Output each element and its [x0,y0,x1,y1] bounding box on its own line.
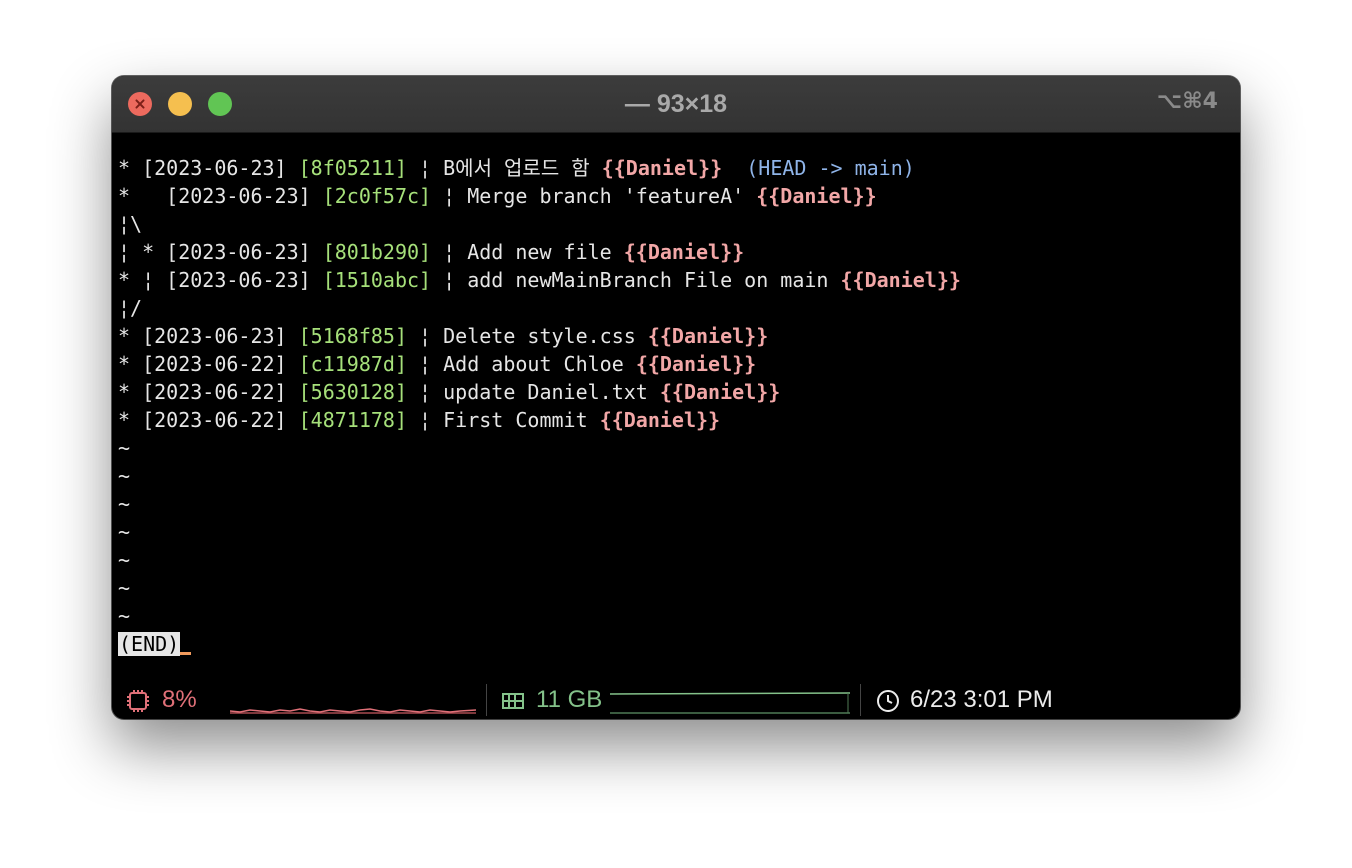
commit-line: * [2023-06-23] [2c0f57c] ¦ Merge branch … [118,184,877,208]
empty-line-marker: ~ [118,602,961,630]
empty-line-marker: ~ [118,574,961,602]
commit-author: {{Daniel}} [756,184,877,208]
status-separator [486,684,487,716]
commit-hash: [8f05211] [298,156,408,180]
commit-date: [2023-06-23] [166,268,311,292]
empty-line-marker: ~ [118,546,961,574]
empty-line-marker: ~ [118,490,961,518]
graph-marker: * [118,184,167,208]
commit-line: * [2023-06-23] [8f05211] ¦ B에서 업로드 함 {{D… [118,156,915,180]
tab-shortcut: ⌥⌘4 [1156,89,1218,114]
tilde: ~ [118,492,131,516]
graph-line: ¦\ [118,210,961,238]
memory-icon [502,693,524,709]
cpu-chip-icon [127,690,149,712]
tilde: ~ [118,436,131,460]
commit-message: update Daniel.txt [443,380,648,404]
graph-marker: * [118,352,143,376]
commit-hash: [5630128] [298,380,408,404]
memory-usage: 11 GB [536,686,603,713]
commit-line: * [2023-06-23] [5168f85] ¦ Delete style.… [118,324,769,348]
clock-icon [877,690,899,712]
graph-marker: ¦ * [118,240,167,264]
commit-hash: [1510abc] [322,268,432,292]
commit-message: Merge branch 'featureA' [467,184,745,208]
empty-line-marker: ~ [118,518,961,546]
tilde: ~ [118,464,131,488]
commit-hash: [c11987d] [298,352,408,376]
memory-graph [610,692,850,714]
commit-date: [2023-06-22] [142,352,287,376]
title-bar: — 93×18 ⌥⌘4 [112,76,1240,133]
commit-hash: [5168f85] [298,324,408,348]
pager-end-label: (END) [118,632,181,656]
graph-line: ¦/ [118,294,961,322]
tilde: ~ [118,520,131,544]
text-cursor [180,652,192,655]
pager-prompt[interactable]: (END) [118,630,961,658]
commit-message: First Commit [443,408,588,432]
graph-edge: ¦\ [118,212,143,236]
status-bar: 8% 11 GB 6/23 3:01 PM [112,680,1240,719]
status-separator [860,684,861,716]
git-log-output[interactable]: * [2023-06-23] [8f05211] ¦ B에서 업로드 함 {{D… [118,154,961,658]
cpu-sparkline [230,708,476,714]
commit-date: [2023-06-23] [166,184,311,208]
commit-date: [2023-06-22] [142,408,287,432]
commit-author: {{Daniel}} [659,380,781,404]
commit-author: {{Daniel}} [635,352,757,376]
window-title: — 93×18 [624,90,728,118]
graph-marker: * ¦ [118,268,167,292]
commit-line: * [2023-06-22] [c11987d] ¦ Add about Chl… [118,352,757,376]
commit-hash: [2c0f57c] [322,184,432,208]
commit-author: {{Daniel}} [840,268,961,292]
graph-marker: * [118,408,143,432]
commit-message: Add new file [467,240,612,264]
commit-date: [2023-06-23] [142,324,287,348]
commit-line: ¦ * [2023-06-23] [801b290] ¦ Add new fil… [118,240,745,264]
cpu-usage: 8% [162,686,197,713]
ref-label: (HEAD -> main) [746,156,915,180]
commit-hash: [4871178] [298,408,408,432]
commit-message: Add about Chloe [443,352,624,376]
commit-line: * [2023-06-22] [4871178] ¦ First Commit … [118,408,721,432]
commit-author: {{Daniel}} [601,156,723,180]
tilde: ~ [118,548,131,572]
clock: 6/23 3:01 PM [910,686,1053,713]
commit-author: {{Daniel}} [647,324,769,348]
graph-edge: ¦/ [118,296,143,320]
commit-date: [2023-06-22] [142,380,287,404]
empty-line-marker: ~ [118,434,961,462]
graph-marker: * [118,380,143,404]
tilde: ~ [118,604,131,628]
commit-line: * ¦ [2023-06-23] [1510abc] ¦ add newMain… [118,268,961,292]
graph-marker: * [118,156,143,180]
empty-line-marker: ~ [118,462,961,490]
terminal-window: — 93×18 ⌥⌘4 * [2023-06-23] [8f05211] ¦ B… [112,76,1240,719]
commit-author: {{Daniel}} [623,240,745,264]
commit-date: [2023-06-23] [166,240,311,264]
commit-message: add newMainBranch File on main [467,268,829,292]
commit-message: Delete style.css [443,324,636,348]
tilde: ~ [118,576,131,600]
commit-message: B에서 업로드 함 [443,156,590,180]
commit-line: * [2023-06-22] [5630128] ¦ update Daniel… [118,380,781,404]
commit-date: [2023-06-23] [142,156,287,180]
commit-author: {{Daniel}} [599,408,721,432]
graph-marker: * [118,324,143,348]
commit-hash: [801b290] [322,240,432,264]
